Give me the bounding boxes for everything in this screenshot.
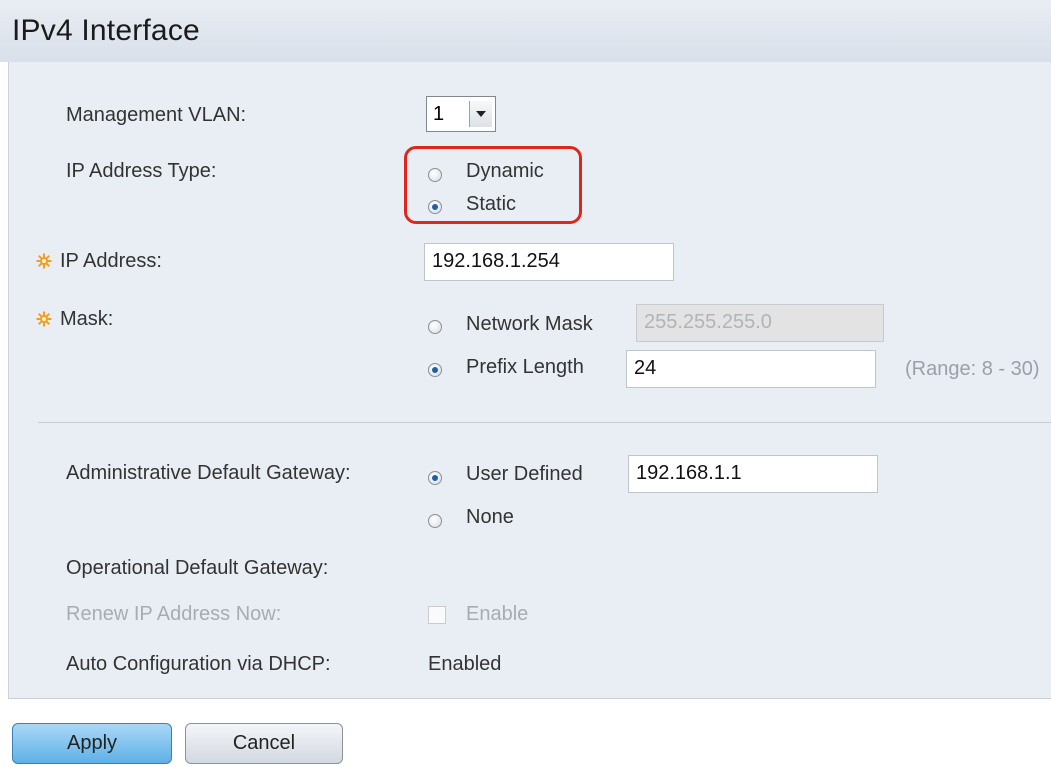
management-vlan-value: 1	[433, 103, 445, 125]
cancel-button[interactable]: Cancel	[185, 723, 343, 764]
renew-ip-checkbox[interactable]	[428, 606, 446, 624]
renew-ip-enable-label: Enable	[466, 603, 529, 625]
section-divider	[38, 422, 1051, 423]
ip-address-label: IP Address:	[60, 250, 162, 272]
mask-label: Mask:	[60, 308, 114, 330]
required-icon	[36, 253, 52, 269]
user-defined-option-label: User Defined	[466, 463, 583, 485]
admin-gateway-label: Administrative Default Gateway:	[66, 462, 351, 484]
annotation-highlight-box	[404, 146, 582, 224]
network-mask-input: 255.255.255.0	[636, 304, 884, 342]
prefix-length-input[interactable]: 24	[626, 350, 876, 388]
chevron-down-icon[interactable]	[469, 101, 492, 127]
renew-ip-label: Renew IP Address Now:	[66, 603, 282, 625]
management-vlan-select[interactable]: 1	[426, 96, 496, 132]
ip-address-type-label: IP Address Type:	[66, 160, 217, 182]
user-defined-radio[interactable]	[428, 471, 442, 485]
required-icon	[36, 311, 52, 327]
network-mask-option-label: Network Mask	[466, 313, 593, 335]
none-option-label: None	[466, 506, 514, 528]
page-header: IPv4 Interface	[0, 0, 1051, 62]
network-mask-radio[interactable]	[428, 320, 442, 334]
prefix-range-hint: (Range: 8 - 30)	[905, 358, 1040, 380]
ip-address-input[interactable]: 192.168.1.254	[424, 243, 674, 281]
management-vlan-label: Management VLAN:	[66, 104, 247, 126]
auto-config-value: Enabled	[428, 653, 502, 675]
apply-button[interactable]: Apply	[12, 723, 172, 764]
user-defined-gateway-input[interactable]: 192.168.1.1	[628, 455, 878, 493]
prefix-length-radio[interactable]	[428, 363, 442, 377]
operational-gateway-label: Operational Default Gateway:	[66, 557, 329, 579]
auto-config-label: Auto Configuration via DHCP:	[66, 653, 331, 675]
none-radio[interactable]	[428, 514, 442, 528]
page-title: IPv4 Interface	[12, 14, 200, 47]
prefix-length-option-label: Prefix Length	[466, 356, 584, 378]
